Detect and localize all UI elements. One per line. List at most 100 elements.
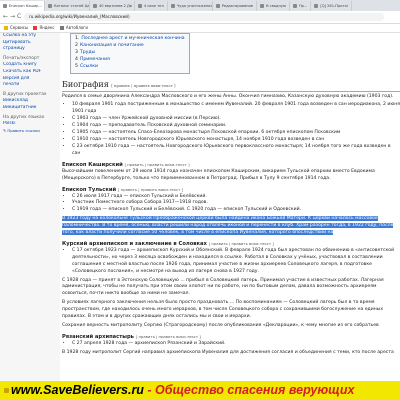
sidebar-link-permanent[interactable]: Ссылка на эту — [0, 33, 60, 40]
toc-number: 2 — [75, 42, 78, 48]
toc-item[interactable]: 2 Канонизация и почитание — [75, 43, 185, 50]
edit-section-link[interactable]: [ править | править вики-текст ] — [111, 83, 175, 88]
sidebar-link-wikiquote[interactable]: Викицитатник — [0, 105, 60, 112]
bookmark-services[interactable]: Сервисы — [4, 24, 28, 32]
browser-tab[interactable]: 4 свое тел — [135, 1, 168, 11]
toc-text: Труды — [79, 49, 96, 55]
yandex-icon — [33, 26, 38, 30]
section-heading-biography: Биография [ править | править вики-текст… — [62, 80, 400, 92]
forward-icon[interactable]: → — [10, 13, 15, 21]
toc-text: Последнее арест и мученическая кончина — [81, 36, 185, 41]
favicon-icon — [170, 4, 175, 8]
browser-tab[interactable]: Пр... — [290, 1, 312, 11]
folder-icon — [59, 26, 64, 30]
sidebar-link-create-book[interactable]: Создать книгу — [0, 62, 60, 69]
kursk-list: С 17 октября 1923 года — архиепископ Кур… — [62, 248, 400, 276]
sidebar-link-cite[interactable]: Цитировать — [0, 40, 60, 47]
bookmark-label: Яндекс — [39, 25, 55, 30]
table-of-contents: 1. Последнее арест и мученическая кончина… — [70, 33, 190, 74]
toc-item[interactable]: 4 Примечания — [75, 57, 185, 64]
tab-strip: Епископ Кашир... Каталог статей Церкви 40 … — [0, 0, 400, 11]
wiki-sidebar: Ссылка на эту Цитировать страницу Печать… — [0, 33, 60, 381]
toc-number: 3 — [75, 49, 78, 55]
bookmark-yandex[interactable]: Яндекс — [33, 24, 55, 32]
list-item: 10 февраля 1901 года постриженным в мона… — [72, 102, 400, 116]
site-banner: www.SaveBelievers.ru - Общество спасения… — [0, 381, 400, 400]
paragraph: В условиях лагерного заключения нельзя б… — [62, 300, 384, 320]
favicon-icon — [314, 4, 319, 8]
toc-item[interactable]: 3 Труды — [75, 50, 185, 57]
edit-section-link[interactable]: [ править | править вики-текст ] — [136, 334, 201, 339]
toc-number: 5 — [75, 63, 78, 69]
browser-tab[interactable]: В сводную — [257, 1, 290, 11]
sidebar-link-commons[interactable]: Викисклад — [0, 98, 60, 105]
toc-text: Примечания — [79, 56, 110, 62]
banner-url: www.SaveBelievers.ru — [11, 383, 144, 397]
toc-item[interactable]: 5 Ссылки — [75, 64, 185, 71]
toc-item[interactable]: 1. Последнее арест и мученическая кончина — [75, 36, 185, 43]
browser-tab[interactable]: Чудо уничтожения моя — [168, 1, 213, 11]
sidebar-link-polski[interactable]: Polski — [0, 121, 60, 128]
reload-icon[interactable]: C — [17, 13, 21, 21]
edit-links-label: Править ссылки — [7, 127, 40, 133]
tab-label: Пр... — [298, 4, 308, 8]
logo-icon — [4, 388, 9, 394]
favicon-icon — [48, 4, 52, 8]
bookmark-autoblogs[interactable]: Автоблоги — [59, 24, 88, 32]
section-heading-ryazan: Рязанский архипастырь [ править | правит… — [62, 333, 400, 341]
list-item: С 23 октября 1910 года — настоятель Новг… — [72, 144, 400, 158]
sidebar-heading-print: Печать/экспорт — [3, 55, 40, 61]
sidebar-link-cite-cont[interactable]: страницу — [0, 46, 60, 53]
browser-tab[interactable]: 40 вертинев 2 Дв — [90, 1, 135, 11]
toc-number: 1. — [75, 36, 80, 41]
paragraph: В 1928 году митрополит Сергий направил а… — [62, 349, 394, 355]
section-heading-tula: Епископ Тульский [ править | править вик… — [62, 186, 400, 194]
address-bar: ← → C ru.wikipedia.org/wiki/Иувеналий_(М… — [0, 11, 400, 24]
section-heading-kursk: Курский архиепископ и заключение в Солов… — [62, 240, 400, 248]
sidebar-link-printable[interactable]: Версия для — [0, 76, 60, 83]
browser-tab[interactable]: Каталог статей Церкви — [45, 1, 90, 11]
selected-text: В 1923 году на колокольне Тульской Преоб… — [62, 216, 394, 236]
ryazan-list: С 27 апреля 1928 года — архиепископ Ряза… — [62, 341, 400, 348]
toc-text: Ссылки — [79, 63, 98, 69]
list-item: С 1910 года — настоятель Новгородского Ю… — [72, 137, 400, 144]
sidebar-link-edit-links[interactable]: ✎ Править ссылки — [0, 128, 60, 135]
tab-label: Епископ Кашир... — [9, 4, 42, 8]
sidebar-link-pdf[interactable]: Скачать как PDF — [0, 69, 60, 76]
favicon-icon — [93, 4, 97, 8]
browser-tab[interactable]: [Q] 261-Протоi — [311, 1, 352, 11]
banner-slogan: - Общество спасения верующих — [143, 383, 355, 397]
paragraph: Родился в семье дворянина Александра Мас… — [62, 93, 394, 99]
selected-paragraph: В 1923 году на колокольне Тульской Преоб… — [62, 216, 400, 237]
bookmark-label: Автоблоги — [65, 25, 88, 30]
apps-icon — [4, 26, 8, 30]
section-heading-kashira: Епископ Каширский [ править | править ви… — [62, 161, 400, 169]
list-item: С 1919 года — епископ Тульский и Белёвск… — [72, 207, 400, 214]
favicon-icon — [138, 4, 142, 8]
article-content: 1. Последнее арест и мученическая кончина… — [62, 33, 400, 381]
edit-section-link[interactable]: [ править | править вики-текст ] — [125, 162, 190, 167]
edit-section-link[interactable]: [ править | править вики-текст ] — [209, 241, 274, 246]
url-input[interactable]: ru.wikipedia.org/wiki/Иувеналий_(Масловс… — [24, 13, 384, 21]
tab-label: 40 вертинев 2 Дв — [99, 4, 132, 8]
back-icon[interactable]: ← — [3, 13, 8, 21]
bio-list: 10 февраля 1901 года постриженным в мона… — [62, 102, 400, 157]
sidebar-link-printable-cont[interactable]: печати — [0, 82, 60, 89]
favicon-icon — [292, 4, 297, 8]
tab-label: [Q] 261-Протоi — [320, 4, 348, 8]
list-item: С 27 апреля 1928 года — архиепископ Ряза… — [72, 341, 400, 348]
browser-tab[interactable]: Епископ Кашир... — [0, 1, 45, 11]
paragraph: С 1928 года — принят в Эстонскую Соловец… — [62, 277, 384, 297]
tab-label: 4 свое тел — [144, 4, 164, 8]
tab-label: В сводную — [266, 4, 286, 8]
sidebar-heading-projects: В других проектах — [3, 91, 47, 97]
favicon-icon — [215, 4, 220, 8]
tab-label: Каталог статей Церкви — [54, 4, 90, 8]
bookmarks-bar: Сервисы Яндекс Автоблоги — [0, 24, 400, 33]
heading-text: Биография — [62, 79, 109, 89]
toc-text: Канонизация и почитание — [79, 42, 144, 48]
heading-text: Рязанский архипастырь — [62, 333, 134, 340]
edit-section-link[interactable]: [ править | править вики-текст ] — [118, 187, 183, 192]
browser-tab[interactable]: Редактирование — [213, 1, 258, 11]
list-item: С 17 октября 1923 года — архиепископ Кур… — [72, 248, 400, 276]
